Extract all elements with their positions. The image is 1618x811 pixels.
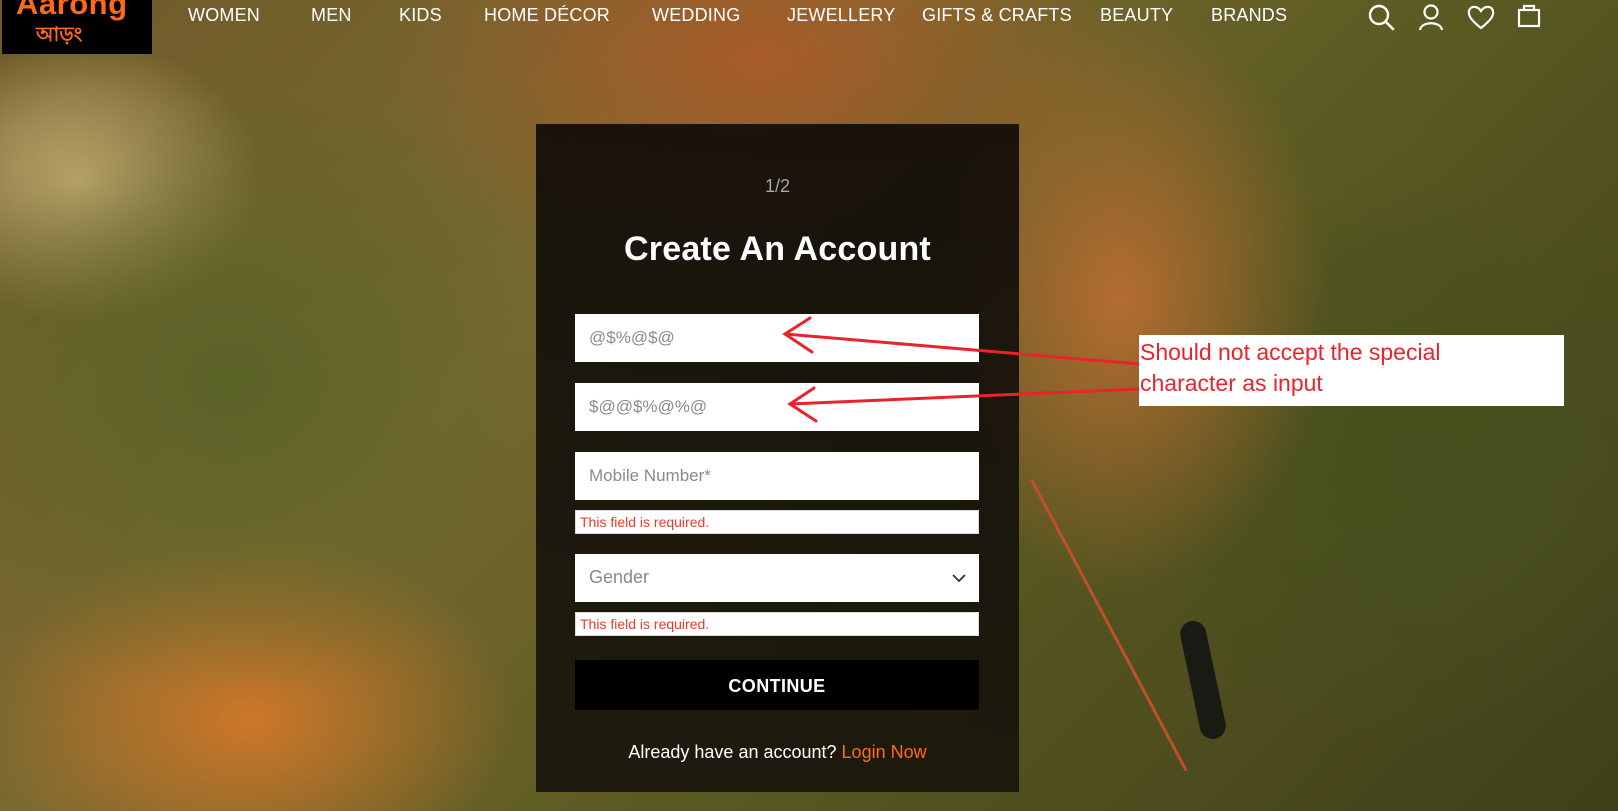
nav-gifts-crafts[interactable]: GIFTS & CRAFTS bbox=[922, 5, 1072, 26]
bag-icon[interactable] bbox=[1514, 2, 1544, 32]
last-name-input[interactable] bbox=[575, 383, 979, 431]
nav-jewellery[interactable]: JEWELLERY bbox=[787, 5, 896, 26]
search-icon[interactable] bbox=[1366, 2, 1396, 32]
page-title: Create An Account bbox=[624, 230, 931, 268]
logo-text-bangla: আড়ং bbox=[36, 24, 83, 46]
heart-icon[interactable] bbox=[1466, 2, 1496, 32]
background-shuttle bbox=[1177, 618, 1229, 742]
logo-text-latin: Aarong bbox=[16, 0, 128, 21]
site-header: Aarong আড়ং WOMEN MEN KIDS HOME DÉCOR WE… bbox=[0, 0, 1618, 54]
gender-error: This field is required. bbox=[575, 612, 979, 636]
background-thread bbox=[1030, 478, 1188, 772]
login-prompt-line: Already have an account? Login Now bbox=[536, 742, 1019, 763]
annotation-callout: Should not accept the special character … bbox=[1139, 335, 1564, 406]
gender-select-value: Gender bbox=[589, 567, 650, 587]
user-icon[interactable] bbox=[1416, 2, 1446, 32]
step-indicator: 1/2 bbox=[764, 176, 791, 196]
login-prompt-text: Already have an account? bbox=[628, 742, 837, 762]
nav-women[interactable]: WOMEN bbox=[188, 5, 260, 26]
nav-wedding[interactable]: WEDDING bbox=[652, 5, 740, 26]
nav-kids[interactable]: KIDS bbox=[399, 5, 442, 26]
chevron-down-icon bbox=[952, 574, 966, 583]
last-name-field[interactable] bbox=[575, 383, 979, 431]
first-name-input[interactable] bbox=[575, 314, 979, 362]
gender-select[interactable]: Gender bbox=[575, 554, 979, 602]
login-now-link[interactable]: Login Now bbox=[842, 742, 927, 762]
continue-button[interactable]: CONTINUE bbox=[575, 660, 979, 710]
annotation-line-2: character as input bbox=[1140, 370, 1323, 396]
annotation-line-1: Should not accept the special bbox=[1140, 339, 1441, 365]
aarong-logo[interactable]: Aarong আড়ং bbox=[2, 0, 152, 54]
nav-men[interactable]: MEN bbox=[311, 5, 352, 26]
mobile-number-field[interactable] bbox=[575, 452, 979, 500]
nav-brands[interactable]: BRANDS bbox=[1211, 5, 1287, 26]
create-account-modal: 1/2 Create An Account This field is requ… bbox=[536, 124, 1019, 792]
nav-home-decor[interactable]: HOME DÉCOR bbox=[484, 5, 610, 26]
nav-beauty[interactable]: BEAUTY bbox=[1100, 5, 1173, 26]
mobile-number-input[interactable] bbox=[575, 452, 979, 500]
first-name-field[interactable] bbox=[575, 314, 979, 362]
mobile-number-error: This field is required. bbox=[575, 510, 979, 534]
